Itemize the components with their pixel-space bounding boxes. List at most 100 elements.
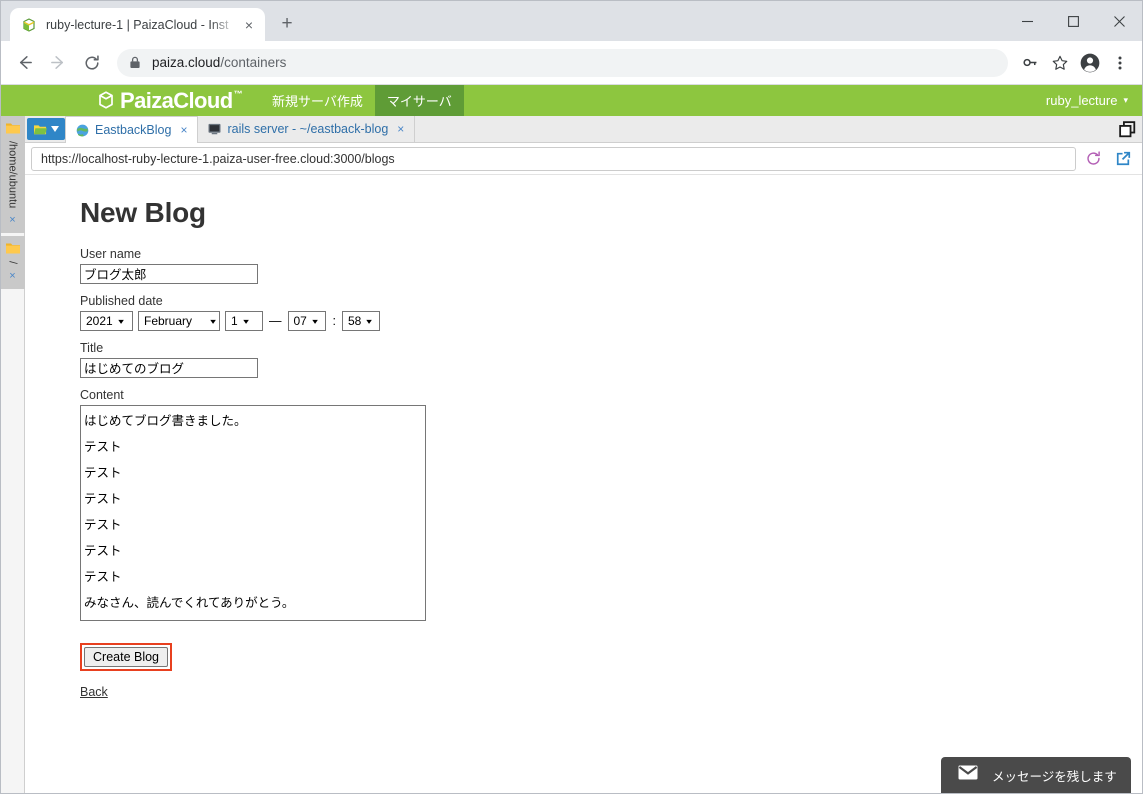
field-published-date: Published date 2021 ▾ February ▾ 1 ▾ — 0…: [80, 294, 1142, 331]
date-time-separator: —: [269, 314, 282, 328]
close-icon[interactable]: ×: [9, 215, 15, 226]
workspace-tab-bar: EastbackBlog × rails server - ~/eastback…: [25, 116, 1142, 143]
published-date-label: Published date: [80, 294, 163, 308]
new-tab-button[interactable]: +: [273, 10, 301, 38]
close-window-icon[interactable]: [1096, 5, 1142, 37]
terminal-icon: [208, 123, 221, 136]
nav-create-server[interactable]: 新規サーバ作成: [260, 85, 375, 116]
envelope-icon: [958, 765, 978, 785]
chevron-down-icon: ▾: [210, 316, 216, 326]
address-path: /containers: [220, 55, 287, 70]
chevron-down-icon: ▾: [312, 316, 318, 326]
workspace-tab-label: EastbackBlog: [95, 123, 172, 137]
content-textarea[interactable]: はじめてブログ書きました。 テスト テスト テスト テスト テスト テスト みな…: [80, 405, 426, 621]
folder-icon: [5, 121, 21, 135]
user-name-input[interactable]: ブログ太郎: [80, 264, 258, 284]
paizacloud-cube-icon: [21, 17, 37, 33]
paizacloud-header: PaizaCloud ™ 新規サーバ作成 マイサーバ ruby_lecture …: [1, 85, 1142, 116]
workspace-url-input[interactable]: https://localhost-ruby-lecture-1.paiza-u…: [31, 146, 1076, 171]
resize-grip-icon[interactable]: [414, 609, 424, 619]
sidebar-path-root: /: [6, 261, 19, 265]
open-external-icon[interactable]: [1110, 146, 1136, 172]
published-date-row: 2021 ▾ February ▾ 1 ▾ — 07 ▾: 58 ▾: [80, 311, 1142, 331]
reload-icon[interactable]: [77, 48, 107, 78]
chat-widget-button[interactable]: メッセージを残します: [941, 757, 1131, 793]
paizacloud-nav: 新規サーバ作成 マイサーバ: [260, 85, 464, 116]
content-label: Content: [80, 388, 124, 402]
page-title: New Blog: [80, 197, 206, 228]
browser-toolbar: paiza.cloud/containers: [1, 41, 1142, 85]
browser-tab[interactable]: ruby-lecture-1 | PaizaCloud - Inst ×: [10, 8, 265, 41]
hour-select[interactable]: 07 ▾: [287, 311, 326, 331]
workspace-tab-rails-server[interactable]: rails server - ~/eastback-blog ×: [198, 116, 416, 142]
user-name-label: User name: [80, 247, 142, 261]
browser-tab-title: ruby-lecture-1 | PaizaCloud - Inst: [46, 17, 229, 32]
workspace-url-bar: https://localhost-ruby-lecture-1.paiza-u…: [25, 143, 1142, 175]
chevron-down-icon: [51, 126, 59, 132]
create-blog-button[interactable]: Create Blog: [84, 647, 169, 667]
chevron-down-icon: ▾: [117, 316, 124, 326]
close-icon[interactable]: ×: [9, 271, 15, 282]
month-select[interactable]: February ▾: [138, 311, 220, 331]
workspace-tab-label: rails server - ~/eastback-blog: [227, 122, 389, 136]
field-title: Title はじめてのブログ: [80, 341, 1142, 378]
forward-icon[interactable]: [43, 48, 73, 78]
rails-page: New Blog User name ブログ太郎 Published date …: [25, 175, 1142, 793]
profile-icon[interactable]: [1076, 49, 1104, 77]
back-link[interactable]: Back: [80, 685, 1142, 699]
back-icon[interactable]: [9, 48, 39, 78]
workspace-menu-button[interactable]: [27, 118, 65, 140]
chevron-down-icon: ▾: [366, 316, 373, 326]
title-input[interactable]: はじめてのブログ: [80, 358, 258, 378]
sidebar-item-root[interactable]: / ×: [1, 236, 25, 290]
chevron-down-icon: ▾: [242, 316, 249, 326]
user-menu[interactable]: ruby_lecture ▾: [1046, 85, 1128, 116]
chat-widget-label: メッセージを残します: [992, 768, 1117, 784]
folder-icon: [5, 241, 21, 255]
time-colon: :: [332, 314, 336, 328]
maximize-icon[interactable]: [1050, 5, 1096, 37]
close-icon[interactable]: ×: [397, 122, 404, 136]
workspace-tab-eastbackblog[interactable]: EastbackBlog ×: [65, 116, 199, 143]
hour-value: 07: [293, 314, 307, 328]
day-value: 1: [231, 314, 238, 328]
address-bar[interactable]: paiza.cloud/containers: [117, 48, 1008, 77]
trademark-symbol: ™: [233, 89, 243, 99]
address-host: paiza.cloud: [152, 55, 221, 70]
reload-icon[interactable]: [1080, 146, 1106, 172]
title-label: Title: [80, 341, 104, 355]
lock-icon: [129, 56, 141, 69]
menu-dots-icon[interactable]: [1106, 49, 1134, 77]
file-sidebar: /home/ubuntu × / ×: [1, 116, 25, 793]
close-icon[interactable]: ×: [180, 123, 187, 137]
submit-highlight: Create Blog: [80, 643, 173, 671]
workspace-main: EastbackBlog × rails server - ~/eastback…: [25, 116, 1142, 793]
minimize-icon[interactable]: [1004, 5, 1050, 37]
key-icon[interactable]: [1016, 49, 1044, 77]
user-menu-label: ruby_lecture: [1045, 93, 1118, 108]
address-bar-text: paiza.cloud/containers: [152, 55, 286, 70]
minute-value: 58: [347, 314, 362, 328]
close-icon[interactable]: ×: [241, 17, 257, 33]
minute-select[interactable]: 58 ▾: [341, 311, 380, 331]
field-content: Content はじめてブログ書きました。 テスト テスト テスト テスト テス…: [80, 388, 1142, 621]
month-value: February: [144, 314, 193, 328]
day-select[interactable]: 1 ▾: [225, 311, 263, 331]
year-value: 2021: [86, 314, 113, 328]
globe-icon: [76, 124, 89, 137]
page-viewport: PaizaCloud ™ 新規サーバ作成 マイサーバ ruby_lecture …: [1, 85, 1142, 793]
year-select[interactable]: 2021 ▾: [80, 311, 133, 331]
window-controls: [1004, 1, 1142, 41]
browser-window: ruby-lecture-1 | PaizaCloud - Inst × + p…: [0, 0, 1143, 794]
folder-open-icon: [34, 124, 47, 134]
paizacloud-logo[interactable]: PaizaCloud ™: [96, 85, 243, 116]
star-icon[interactable]: [1046, 49, 1074, 77]
field-user-name: User name ブログ太郎: [80, 247, 1142, 284]
restore-windows-icon[interactable]: [1119, 116, 1136, 142]
sidebar-path-home: /home/ubuntu: [6, 141, 19, 209]
sidebar-item-home[interactable]: /home/ubuntu ×: [1, 116, 25, 234]
nav-my-server[interactable]: マイサーバ: [374, 85, 464, 116]
browser-tab-strip: ruby-lecture-1 | PaizaCloud - Inst × +: [1, 1, 1142, 41]
workspace: /home/ubuntu × / × EastbackBlog × rails …: [1, 116, 1142, 793]
paizacloud-wordmark: PaizaCloud: [120, 87, 233, 113]
